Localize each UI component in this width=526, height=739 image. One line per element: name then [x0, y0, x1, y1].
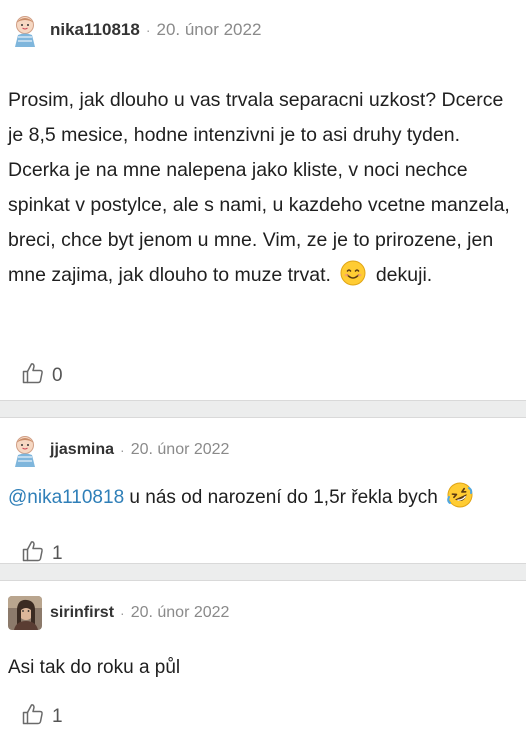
- user-avatar-icon[interactable]: [8, 13, 42, 47]
- username[interactable]: sirinfirst: [50, 604, 114, 622]
- post-body: Prosim, jak dlouho u vas trvala separacn…: [8, 83, 514, 293]
- post-date: 20. únor 2022: [130, 441, 230, 458]
- post-header: nika110818 · 20. únor 2022: [8, 12, 261, 48]
- thumbs-up-icon: [22, 362, 44, 389]
- user-avatar-icon[interactable]: [8, 433, 42, 467]
- like-count: 0: [52, 364, 63, 386]
- meta-separator: ·: [120, 605, 125, 621]
- rolling-laughing-face-icon: [447, 482, 473, 508]
- username[interactable]: jjasmina: [50, 441, 114, 459]
- username[interactable]: nika110818: [50, 20, 140, 40]
- post-text: Asi tak do roku a půl: [8, 657, 181, 678]
- like-button[interactable]: 1: [22, 703, 63, 730]
- like-button[interactable]: 0: [22, 362, 63, 389]
- post-text-end: dekuji.: [375, 264, 433, 286]
- meta-separator: ·: [120, 442, 125, 458]
- post-divider: [0, 563, 526, 581]
- post-date: 20. únor 2022: [156, 20, 262, 39]
- post-header: jjasmina · 20. únor 2022: [8, 432, 229, 468]
- like-count: 1: [52, 705, 63, 727]
- user-mention-link[interactable]: @nika110818: [8, 487, 124, 508]
- smiling-face-icon: [340, 260, 366, 286]
- like-count: 1: [52, 542, 63, 564]
- thumbs-up-icon: [22, 540, 44, 567]
- user-avatar-photo[interactable]: [8, 596, 42, 630]
- main-post: nika110818 · 20. únor 2022 Prosim, jak d…: [0, 0, 526, 400]
- reply-post: sirinfirst · 20. únor 2022 Asi tak do ro…: [0, 581, 526, 739]
- post-header: sirinfirst · 20. únor 2022: [8, 595, 229, 631]
- post-date: 20. únor 2022: [130, 604, 230, 621]
- post-divider: [0, 400, 526, 418]
- like-button[interactable]: 1: [22, 540, 63, 567]
- comment-thread: nika110818 · 20. únor 2022 Prosim, jak d…: [0, 0, 526, 739]
- post-body: Asi tak do roku a půl: [8, 652, 514, 684]
- meta-separator: ·: [145, 22, 151, 38]
- reply-post: jjasmina · 20. únor 2022 @nika110818 u n…: [0, 418, 526, 564]
- post-text: u nás od narození do 1,5r řekla bych: [129, 487, 438, 508]
- thumbs-up-icon: [22, 703, 44, 730]
- post-body: @nika110818 u nás od narození do 1,5r ře…: [8, 482, 514, 514]
- post-text: Prosim, jak dlouho u vas trvala separacn…: [8, 89, 510, 286]
